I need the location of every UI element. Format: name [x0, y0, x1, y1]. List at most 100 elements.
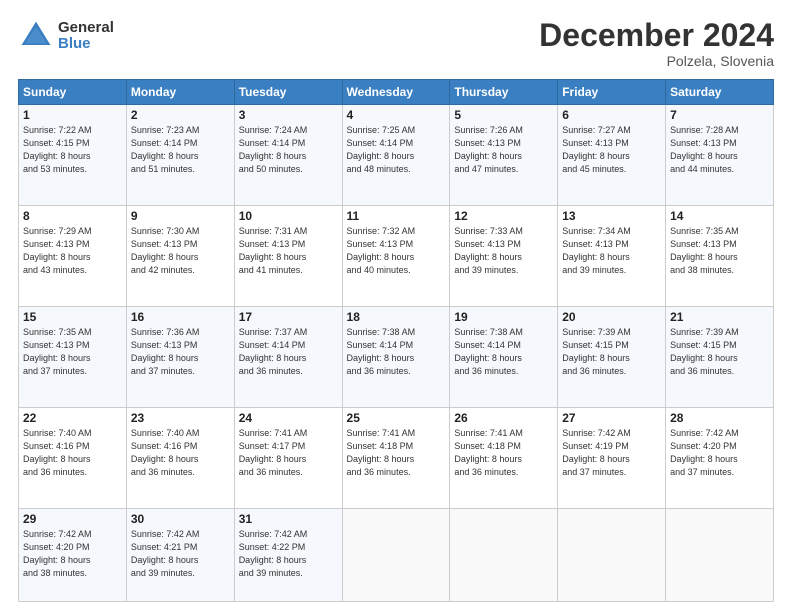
day-22: 22 Sunrise: 7:40 AMSunset: 4:16 PMDaylig… [19, 408, 127, 509]
day-num: 4 [347, 108, 446, 122]
empty-cell-1 [342, 509, 450, 602]
day-17: 17 Sunrise: 7:37 AMSunset: 4:14 PMDaylig… [234, 307, 342, 408]
logo-general: General [58, 20, 114, 37]
month-title: December 2024 [539, 18, 774, 53]
day-num: 6 [562, 108, 661, 122]
day-info: Sunrise: 7:26 AMSunset: 4:13 PMDaylight:… [454, 125, 523, 174]
day-4: 4 Sunrise: 7:25 AMSunset: 4:14 PMDayligh… [342, 105, 450, 206]
day-info: Sunrise: 7:28 AMSunset: 4:13 PMDaylight:… [670, 125, 739, 174]
day-info: Sunrise: 7:40 AMSunset: 4:16 PMDaylight:… [23, 428, 92, 477]
day-25: 25 Sunrise: 7:41 AMSunset: 4:18 PMDaylig… [342, 408, 450, 509]
day-14: 14 Sunrise: 7:35 AMSunset: 4:13 PMDaylig… [666, 206, 774, 307]
day-info: Sunrise: 7:33 AMSunset: 4:13 PMDaylight:… [454, 226, 523, 275]
day-27: 27 Sunrise: 7:42 AMSunset: 4:19 PMDaylig… [558, 408, 666, 509]
day-info: Sunrise: 7:42 AMSunset: 4:19 PMDaylight:… [562, 428, 631, 477]
day-info: Sunrise: 7:22 AMSunset: 4:15 PMDaylight:… [23, 125, 92, 174]
logo: General Blue [18, 18, 114, 54]
day-info: Sunrise: 7:41 AMSunset: 4:17 PMDaylight:… [239, 428, 308, 477]
day-info: Sunrise: 7:34 AMSunset: 4:13 PMDaylight:… [562, 226, 631, 275]
day-info: Sunrise: 7:29 AMSunset: 4:13 PMDaylight:… [23, 226, 92, 275]
day-num: 10 [239, 209, 338, 223]
day-info: Sunrise: 7:39 AMSunset: 4:15 PMDaylight:… [670, 327, 739, 376]
day-num: 18 [347, 310, 446, 324]
day-info: Sunrise: 7:35 AMSunset: 4:13 PMDaylight:… [670, 226, 739, 275]
col-monday: Monday [126, 80, 234, 105]
empty-cell-2 [450, 509, 558, 602]
logo-text: General Blue [58, 20, 114, 53]
day-num: 25 [347, 411, 446, 425]
day-30: 30 Sunrise: 7:42 AMSunset: 4:21 PMDaylig… [126, 509, 234, 602]
header-row: Sunday Monday Tuesday Wednesday Thursday… [19, 80, 774, 105]
day-12: 12 Sunrise: 7:33 AMSunset: 4:13 PMDaylig… [450, 206, 558, 307]
logo-icon [18, 18, 54, 54]
week-row-5: 29 Sunrise: 7:42 AMSunset: 4:20 PMDaylig… [19, 509, 774, 602]
day-info: Sunrise: 7:40 AMSunset: 4:16 PMDaylight:… [131, 428, 200, 477]
day-num: 30 [131, 512, 230, 526]
day-info: Sunrise: 7:42 AMSunset: 4:20 PMDaylight:… [23, 529, 92, 578]
day-info: Sunrise: 7:27 AMSunset: 4:13 PMDaylight:… [562, 125, 631, 174]
day-num: 24 [239, 411, 338, 425]
day-num: 17 [239, 310, 338, 324]
day-info: Sunrise: 7:30 AMSunset: 4:13 PMDaylight:… [131, 226, 200, 275]
day-info: Sunrise: 7:42 AMSunset: 4:21 PMDaylight:… [131, 529, 200, 578]
week-row-2: 8 Sunrise: 7:29 AMSunset: 4:13 PMDayligh… [19, 206, 774, 307]
day-num: 22 [23, 411, 122, 425]
day-num: 9 [131, 209, 230, 223]
day-2: 2 Sunrise: 7:23 AMSunset: 4:14 PMDayligh… [126, 105, 234, 206]
day-6: 6 Sunrise: 7:27 AMSunset: 4:13 PMDayligh… [558, 105, 666, 206]
day-info: Sunrise: 7:36 AMSunset: 4:13 PMDaylight:… [131, 327, 200, 376]
day-info: Sunrise: 7:31 AMSunset: 4:13 PMDaylight:… [239, 226, 308, 275]
week-row-4: 22 Sunrise: 7:40 AMSunset: 4:16 PMDaylig… [19, 408, 774, 509]
day-info: Sunrise: 7:35 AMSunset: 4:13 PMDaylight:… [23, 327, 92, 376]
day-num: 11 [347, 209, 446, 223]
day-num: 23 [131, 411, 230, 425]
header: General Blue December 2024 Polzela, Slov… [18, 18, 774, 69]
day-8: 8 Sunrise: 7:29 AMSunset: 4:13 PMDayligh… [19, 206, 127, 307]
calendar: Sunday Monday Tuesday Wednesday Thursday… [18, 79, 774, 602]
day-info: Sunrise: 7:23 AMSunset: 4:14 PMDaylight:… [131, 125, 200, 174]
day-num: 12 [454, 209, 553, 223]
day-info: Sunrise: 7:38 AMSunset: 4:14 PMDaylight:… [454, 327, 523, 376]
day-num: 31 [239, 512, 338, 526]
day-num: 2 [131, 108, 230, 122]
day-1: 1 Sunrise: 7:22 AMSunset: 4:15 PMDayligh… [19, 105, 127, 206]
day-info: Sunrise: 7:38 AMSunset: 4:14 PMDaylight:… [347, 327, 416, 376]
day-num: 19 [454, 310, 553, 324]
day-num: 14 [670, 209, 769, 223]
col-thursday: Thursday [450, 80, 558, 105]
day-21: 21 Sunrise: 7:39 AMSunset: 4:15 PMDaylig… [666, 307, 774, 408]
empty-cell-3 [558, 509, 666, 602]
day-23: 23 Sunrise: 7:40 AMSunset: 4:16 PMDaylig… [126, 408, 234, 509]
day-info: Sunrise: 7:39 AMSunset: 4:15 PMDaylight:… [562, 327, 631, 376]
day-info: Sunrise: 7:42 AMSunset: 4:22 PMDaylight:… [239, 529, 308, 578]
day-info: Sunrise: 7:24 AMSunset: 4:14 PMDaylight:… [239, 125, 308, 174]
day-num: 8 [23, 209, 122, 223]
day-num: 16 [131, 310, 230, 324]
day-info: Sunrise: 7:42 AMSunset: 4:20 PMDaylight:… [670, 428, 739, 477]
day-26: 26 Sunrise: 7:41 AMSunset: 4:18 PMDaylig… [450, 408, 558, 509]
day-num: 13 [562, 209, 661, 223]
col-saturday: Saturday [666, 80, 774, 105]
day-info: Sunrise: 7:41 AMSunset: 4:18 PMDaylight:… [347, 428, 416, 477]
logo-blue: Blue [58, 36, 114, 53]
day-num: 3 [239, 108, 338, 122]
day-num: 20 [562, 310, 661, 324]
location: Polzela, Slovenia [539, 53, 774, 69]
day-5: 5 Sunrise: 7:26 AMSunset: 4:13 PMDayligh… [450, 105, 558, 206]
day-num: 1 [23, 108, 122, 122]
day-24: 24 Sunrise: 7:41 AMSunset: 4:17 PMDaylig… [234, 408, 342, 509]
day-7: 7 Sunrise: 7:28 AMSunset: 4:13 PMDayligh… [666, 105, 774, 206]
day-31: 31 Sunrise: 7:42 AMSunset: 4:22 PMDaylig… [234, 509, 342, 602]
day-13: 13 Sunrise: 7:34 AMSunset: 4:13 PMDaylig… [558, 206, 666, 307]
day-18: 18 Sunrise: 7:38 AMSunset: 4:14 PMDaylig… [342, 307, 450, 408]
day-num: 7 [670, 108, 769, 122]
day-10: 10 Sunrise: 7:31 AMSunset: 4:13 PMDaylig… [234, 206, 342, 307]
week-row-3: 15 Sunrise: 7:35 AMSunset: 4:13 PMDaylig… [19, 307, 774, 408]
day-num: 21 [670, 310, 769, 324]
day-11: 11 Sunrise: 7:32 AMSunset: 4:13 PMDaylig… [342, 206, 450, 307]
day-info: Sunrise: 7:41 AMSunset: 4:18 PMDaylight:… [454, 428, 523, 477]
day-9: 9 Sunrise: 7:30 AMSunset: 4:13 PMDayligh… [126, 206, 234, 307]
day-3: 3 Sunrise: 7:24 AMSunset: 4:14 PMDayligh… [234, 105, 342, 206]
day-info: Sunrise: 7:25 AMSunset: 4:14 PMDaylight:… [347, 125, 416, 174]
day-19: 19 Sunrise: 7:38 AMSunset: 4:14 PMDaylig… [450, 307, 558, 408]
